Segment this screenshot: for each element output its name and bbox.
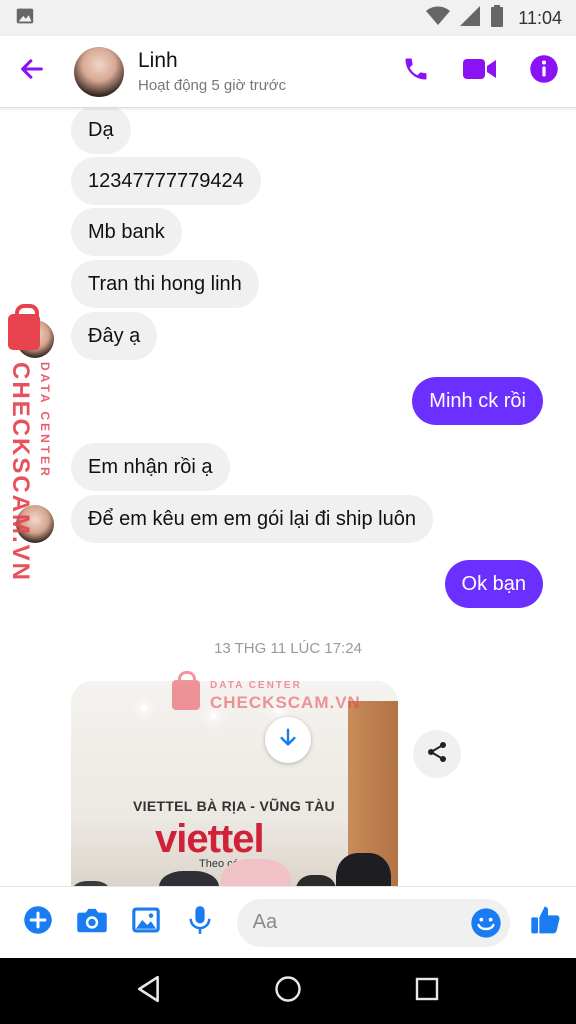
sender-avatar[interactable] <box>16 505 54 543</box>
download-button[interactable] <box>265 717 311 763</box>
phone-icon <box>402 55 430 88</box>
camera-button[interactable] <box>65 887 119 959</box>
message-bubble[interactable]: Tran thi hong linh <box>71 260 259 308</box>
chat-header: Linh Hoạt động 5 giờ trước <box>0 36 576 108</box>
message-bubble[interactable]: Ok bạn <box>444 560 543 608</box>
share-icon <box>425 740 449 769</box>
message-bubble[interactable]: 12347777779424 <box>71 157 261 205</box>
photo-attachment[interactable]: VIETTEL BÀ RỊA - VŨNG TÀU viettel Theo c… <box>71 681 398 886</box>
message-bubble[interactable]: Em nhận rồi ạ <box>71 443 230 491</box>
nav-recents-icon <box>415 977 439 1006</box>
status-bar: 11:04 <box>0 0 576 36</box>
nav-home-button[interactable] <box>258 961 318 1021</box>
camera-icon <box>76 906 108 939</box>
composer-bar <box>0 886 576 958</box>
nav-home-icon <box>274 975 302 1008</box>
gallery-button[interactable] <box>119 887 173 959</box>
back-button[interactable] <box>0 36 64 108</box>
contact-name: Linh <box>138 49 178 72</box>
image-icon <box>14 5 36 32</box>
battery-icon <box>490 4 504 32</box>
back-arrow-icon <box>18 55 46 88</box>
conversation-info-button[interactable] <box>512 36 576 108</box>
message-text-field[interactable] <box>252 911 453 934</box>
message-timestamp: 13 THG 11 LÚC 17:24 <box>214 640 362 657</box>
message-bubble[interactable]: Dạ <box>71 108 131 154</box>
wifi-icon <box>426 5 451 32</box>
info-icon <box>529 54 559 89</box>
plus-icon <box>23 905 53 940</box>
video-call-button[interactable] <box>448 36 512 108</box>
message-list[interactable]: Dạ 12347777779424 Mb bank Tran thi hong … <box>0 108 576 886</box>
nav-back-button[interactable] <box>119 961 179 1021</box>
gallery-icon <box>131 906 161 939</box>
message-bubble[interactable]: Để em kêu em em gói lại đi ship luôn <box>71 495 433 543</box>
system-navigation-bar <box>0 958 576 1024</box>
microphone-icon <box>188 905 212 940</box>
sender-avatar[interactable] <box>16 320 54 358</box>
contact-avatar[interactable] <box>74 46 124 97</box>
emoji-icon[interactable] <box>470 907 502 939</box>
message-bubble[interactable]: Đây ạ <box>71 312 158 360</box>
more-actions-button[interactable] <box>11 887 65 959</box>
voice-call-button[interactable] <box>384 36 448 108</box>
photo-sign-caption: VIETTEL BÀ RỊA - VŨNG TÀU <box>133 798 335 814</box>
voice-record-button[interactable] <box>173 887 227 959</box>
thumbs-up-icon <box>530 904 562 941</box>
message-bubble[interactable]: Minh ck rồi <box>412 377 543 425</box>
contact-status: Hoạt động 5 giờ trước <box>138 77 287 94</box>
nav-back-icon <box>136 975 162 1008</box>
video-call-icon <box>463 56 497 87</box>
contact-info[interactable]: Linh Hoạt động 5 giờ trước <box>138 49 286 94</box>
download-arrow-icon <box>277 727 299 754</box>
message-bubble[interactable]: Mb bank <box>71 208 182 256</box>
signal-icon <box>460 5 481 31</box>
message-input[interactable] <box>236 898 511 947</box>
clock: 11:04 <box>518 7 562 28</box>
send-like-button[interactable] <box>516 887 576 959</box>
share-button[interactable] <box>413 730 461 778</box>
nav-recents-button[interactable] <box>397 961 457 1021</box>
